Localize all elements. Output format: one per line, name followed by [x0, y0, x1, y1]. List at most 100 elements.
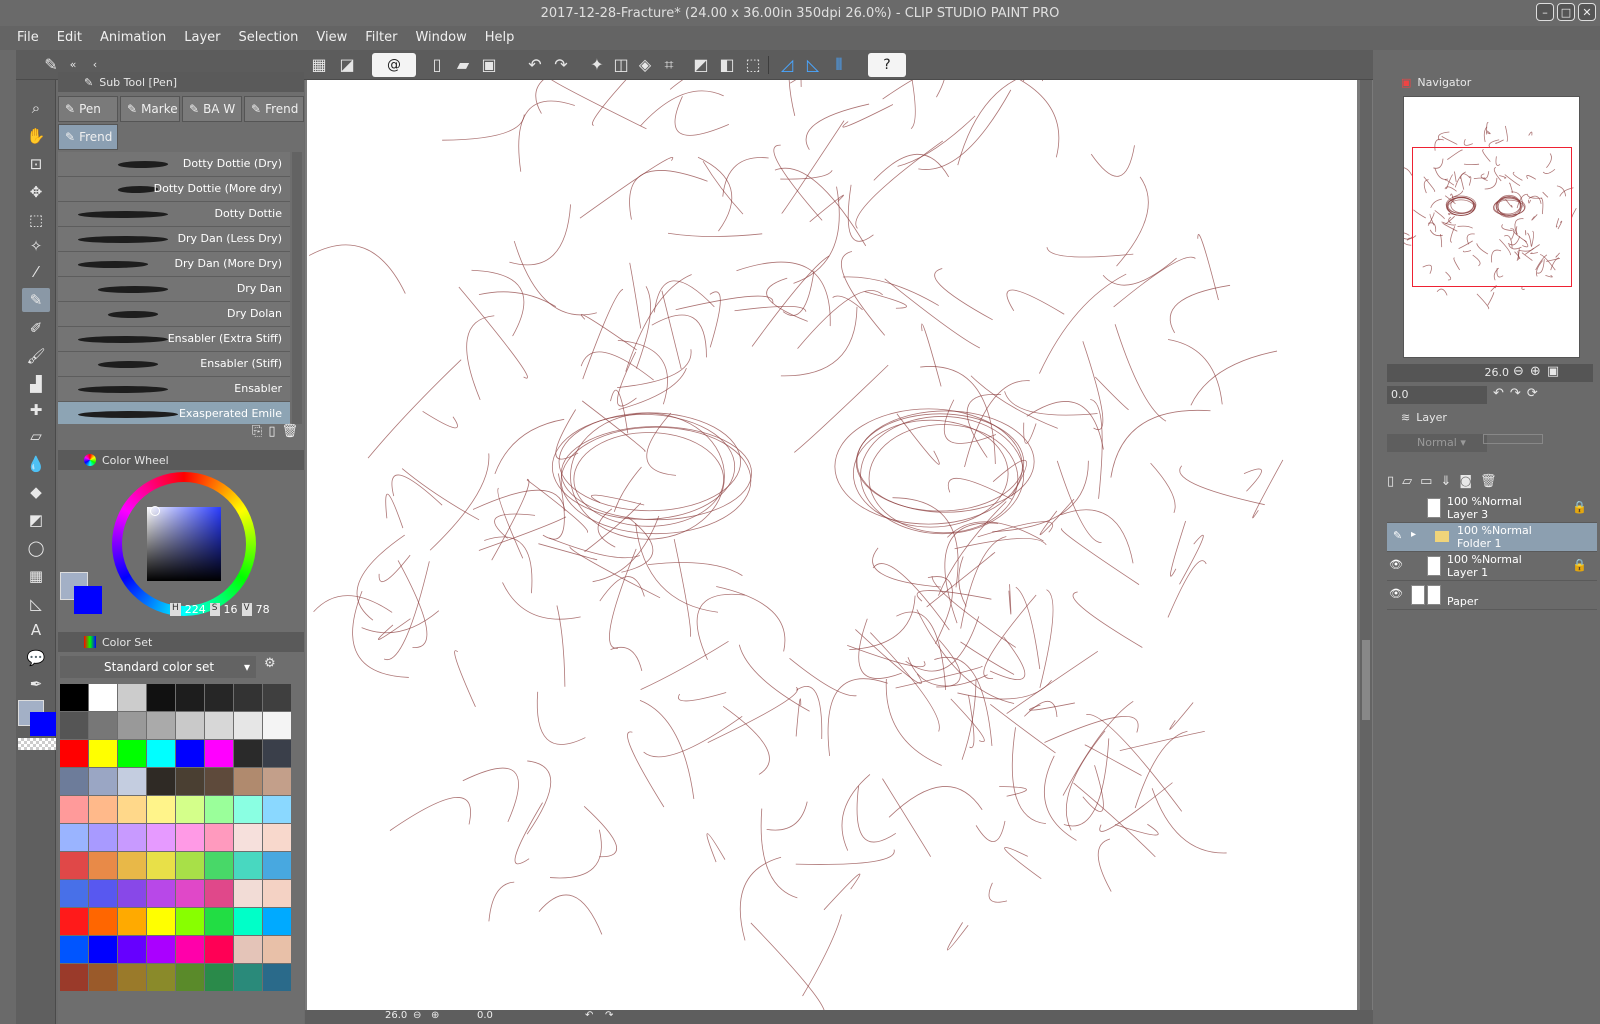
color-picker-handle[interactable]	[150, 506, 160, 516]
rotate-left-icon[interactable]: ↶	[1493, 386, 1504, 401]
settings-icon[interactable]: ⚙	[264, 656, 276, 671]
color-swatch[interactable]	[263, 964, 291, 991]
canvas-area[interactable]	[305, 80, 1373, 1024]
color-swatch[interactable]	[147, 824, 175, 851]
save-icon[interactable]: ▣	[478, 54, 500, 76]
color-swatch[interactable]	[147, 712, 175, 739]
color-swatch[interactable]	[176, 824, 204, 851]
list-item-selected[interactable]: Exasperated Emile	[58, 402, 290, 424]
redo-icon[interactable]: ↷	[550, 54, 572, 76]
color-swatch[interactable]	[263, 684, 291, 711]
color-swatch[interactable]	[118, 964, 146, 991]
canvas-paper[interactable]	[307, 80, 1357, 1010]
color-swatch[interactable]	[118, 796, 146, 823]
color-swatch[interactable]	[263, 768, 291, 795]
new-file-icon[interactable]: ▯	[426, 54, 448, 76]
color-swatch[interactable]	[205, 852, 233, 879]
color-swatch[interactable]	[89, 908, 117, 935]
color-swatch[interactable]	[176, 740, 204, 767]
transform-icon[interactable]: ◫	[610, 54, 632, 76]
copy-subtool-icon[interactable]: ⎘	[252, 424, 262, 439]
menu-selection[interactable]: Selection	[229, 26, 307, 50]
color-swatch[interactable]	[234, 852, 262, 879]
layer-row[interactable]: 👁 100 %Normal Layer 1 🔒	[1387, 552, 1597, 581]
color-swatch[interactable]	[234, 964, 262, 991]
color-swatch[interactable]	[118, 712, 146, 739]
zoom-tool-icon[interactable]: ⌕	[22, 96, 50, 120]
color-swatch[interactable]	[205, 796, 233, 823]
balloon-tool-icon[interactable]: 💬	[22, 646, 50, 670]
color-swatch[interactable]	[118, 768, 146, 795]
color-swatch[interactable]	[263, 908, 291, 935]
new-raster-layer-icon[interactable]: ▯	[1387, 474, 1394, 489]
operation-tool-icon[interactable]: ⊡	[22, 152, 50, 176]
color-swatch[interactable]	[60, 852, 88, 879]
color-swatch[interactable]	[89, 712, 117, 739]
snap-special-ruler-icon[interactable]: ◺	[802, 54, 824, 76]
color-swatch[interactable]	[234, 684, 262, 711]
eye-icon[interactable]: 👁	[1389, 558, 1403, 571]
navigator-rotation-slider[interactable]: 0.0	[1387, 386, 1487, 404]
color-swatch[interactable]	[118, 684, 146, 711]
color-swatch[interactable]	[60, 824, 88, 851]
tab-frend[interactable]: ✎ Frend	[244, 96, 304, 122]
tab-marker[interactable]: ✎ Marke	[120, 96, 180, 122]
fill-tool-icon[interactable]: ◆	[22, 480, 50, 504]
color-swatch[interactable]	[176, 796, 204, 823]
color-swatch[interactable]	[118, 824, 146, 851]
undo-icon[interactable]: ↶	[524, 54, 546, 76]
color-swatch[interactable]	[60, 684, 88, 711]
zoom-out-icon[interactable]: ⊖	[1513, 364, 1524, 379]
color-set-dropdown[interactable]: Standard color set ▾	[60, 656, 256, 678]
pen-tool-icon[interactable]: ✎	[22, 288, 50, 312]
navigator-zoom-slider[interactable]: 26.0	[1387, 364, 1593, 382]
color-swatch[interactable]	[234, 740, 262, 767]
correct-line-tool-icon[interactable]: ✒	[22, 672, 50, 696]
color-swatch[interactable]	[118, 852, 146, 879]
rotate-right-icon[interactable]: ↷	[1510, 386, 1521, 401]
clear-icon[interactable]: ✦	[586, 54, 608, 76]
brightness-value[interactable]: 78	[256, 603, 270, 616]
color-swatch[interactable]	[205, 908, 233, 935]
color-swatch[interactable]	[147, 964, 175, 991]
move-layer-tool-icon[interactable]: ✥	[22, 180, 50, 204]
menu-animation[interactable]: Animation	[91, 26, 175, 50]
layer-row[interactable]: 100 %Normal Layer 3 🔒	[1387, 494, 1597, 523]
color-swatch[interactable]	[60, 768, 88, 795]
color-swatch[interactable]	[263, 880, 291, 907]
lock-icon[interactable]: 🔒	[1572, 500, 1587, 514]
color-swatch[interactable]	[263, 796, 291, 823]
list-item[interactable]: Dotty Dottie (Dry)	[58, 152, 290, 177]
ruler-tool-icon[interactable]: ◺	[22, 592, 50, 616]
zoom-in-icon[interactable]: ⊕	[431, 1010, 439, 1021]
color-swatch[interactable]	[263, 740, 291, 767]
minimize-button[interactable]: –	[1536, 3, 1554, 21]
color-swatch[interactable]	[147, 880, 175, 907]
list-item[interactable]: Dry Dan (Less Dry)	[58, 227, 290, 252]
color-swatch[interactable]	[89, 740, 117, 767]
grid-icon[interactable]: ▦	[308, 54, 330, 76]
sub-color-swatch[interactable]	[30, 712, 56, 736]
zoom-out-icon[interactable]: ⊖	[413, 1010, 421, 1021]
color-swatch[interactable]	[176, 712, 204, 739]
invert-selection-icon[interactable]: ◧	[716, 54, 738, 76]
color-swatch[interactable]	[263, 852, 291, 879]
list-item[interactable]: Dotty Dottie (More dry)	[58, 177, 290, 202]
color-swatch[interactable]	[147, 768, 175, 795]
merge-down-icon[interactable]: ⇓	[1440, 474, 1451, 489]
brush-tool-icon[interactable]: 🖌	[22, 344, 50, 368]
canvas-rotation-value[interactable]: 0.0	[477, 1010, 493, 1021]
color-swatch[interactable]	[176, 908, 204, 935]
open-folder-icon[interactable]: ▰	[452, 54, 474, 76]
blend-mode-dropdown[interactable]: Normal ▾	[1387, 434, 1487, 452]
hand-tool-icon[interactable]: ✋	[22, 124, 50, 148]
color-swatch[interactable]	[263, 936, 291, 963]
menu-view[interactable]: View	[307, 26, 356, 50]
color-swatch[interactable]	[234, 824, 262, 851]
menu-file[interactable]: File	[8, 26, 48, 50]
color-swatch[interactable]	[205, 768, 233, 795]
color-swatch[interactable]	[118, 936, 146, 963]
color-swatch[interactable]	[205, 740, 233, 767]
maximize-button[interactable]: □	[1557, 3, 1575, 21]
trash-icon[interactable]: 🗑	[1480, 474, 1497, 489]
